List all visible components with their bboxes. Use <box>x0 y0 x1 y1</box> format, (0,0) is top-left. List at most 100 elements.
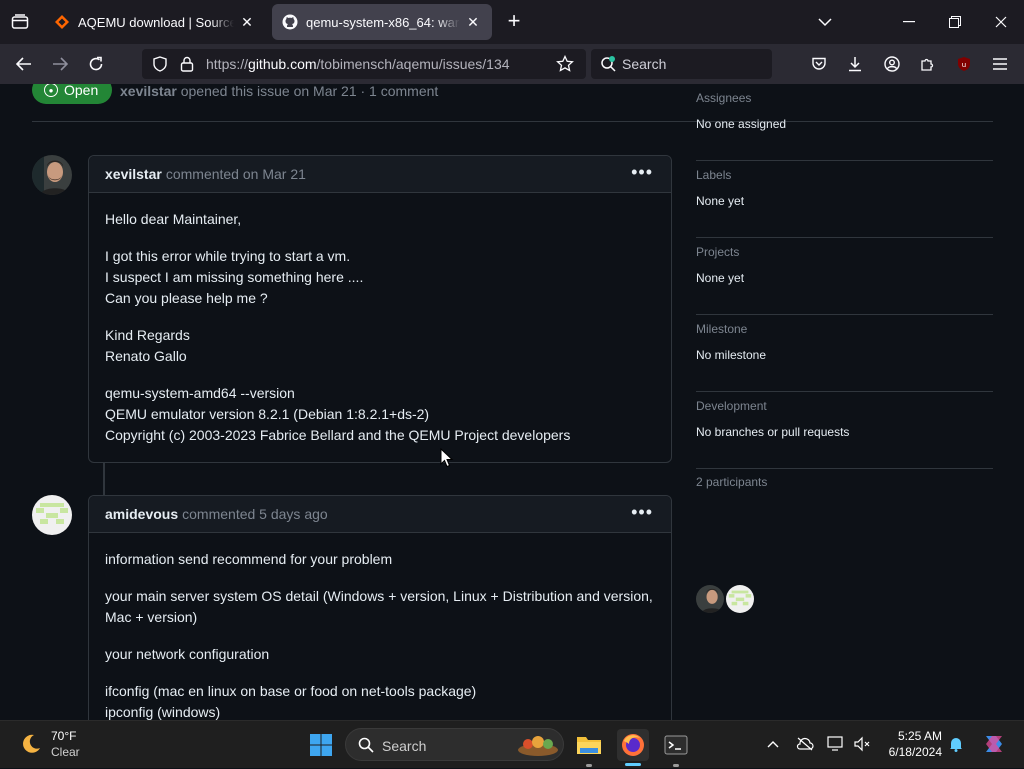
timeline-connector <box>103 463 105 495</box>
clock-date[interactable]: 6/18/2024 <box>880 745 942 759</box>
issue-sidebar: Assignees No one assigned Labels None ye… <box>696 84 993 469</box>
participant-avatar[interactable] <box>726 585 754 613</box>
tab-list-button[interactable] <box>6 9 34 35</box>
clock-time[interactable]: 5:25 AM <box>880 729 942 743</box>
tab-github-issue[interactable]: qemu-system-x86_64: warning: host doesn'… <box>272 4 492 40</box>
address-bar[interactable]: https://github.com/tobimensch/aqemu/issu… <box>142 49 586 79</box>
download-icon <box>849 57 861 72</box>
network-tray-button[interactable] <box>827 735 845 753</box>
forward-button[interactable] <box>46 50 74 78</box>
sidebar-development: Development No branches or pull requests <box>696 392 993 469</box>
new-tab-button[interactable]: + <box>502 10 526 34</box>
url-path: /tobimensch/aqemu/issues/134 <box>316 56 510 72</box>
account-icon <box>884 56 900 72</box>
comment-timestamp[interactable]: commented on Mar 21 <box>166 166 306 182</box>
sidebar-heading[interactable]: Projects <box>696 245 739 259</box>
weather-temperature: 70°F <box>51 729 77 743</box>
forward-arrow-icon <box>53 57 68 71</box>
file-explorer-button[interactable] <box>573 729 605 761</box>
weather-condition: Clear <box>51 745 80 759</box>
sidebar-value: No branches or pull requests <box>696 425 850 439</box>
running-indicator <box>673 764 679 767</box>
comment-paragraph: Kind Regards Renato Gallo <box>105 327 190 364</box>
navigation-toolbar: https://github.com/tobimensch/aqemu/issu… <box>0 44 1024 106</box>
participant-avatar[interactable] <box>696 585 724 613</box>
taskbar-search[interactable]: Search <box>345 728 564 761</box>
svg-text:u: u <box>962 61 966 69</box>
chevron-up-icon <box>767 741 779 748</box>
search-bar[interactable]: Search <box>591 49 772 79</box>
close-window-button[interactable] <box>978 0 1024 44</box>
app-menu-button[interactable] <box>986 50 1014 78</box>
bookmark-star-icon[interactable] <box>556 55 574 73</box>
url-scheme: https:// <box>206 56 249 72</box>
comment-author-link[interactable]: xevilstar <box>105 166 162 182</box>
reload-icon <box>89 56 103 71</box>
comment-options-button[interactable]: ••• <box>631 502 653 523</box>
comment-options-button[interactable]: ••• <box>631 162 653 183</box>
tab-list-icon <box>11 14 29 29</box>
firefox-icon <box>622 734 644 756</box>
terminal-icon <box>664 735 688 755</box>
pocket-icon <box>812 57 826 70</box>
sidebar-heading[interactable]: Assignees <box>696 91 751 105</box>
network-icon <box>827 736 843 751</box>
comment-paragraph: I got this error while trying to start a… <box>105 248 364 306</box>
search-highlight-food-icon <box>518 736 558 756</box>
comment-timestamp[interactable]: commented 5 days ago <box>182 506 328 522</box>
terminal-taskbar-button[interactable] <box>660 729 692 761</box>
list-all-tabs-button[interactable] <box>802 0 848 44</box>
tab-title: qemu-system-x86_64: warning: host doesn'… <box>306 14 460 30</box>
sidebar-heading[interactable]: Development <box>696 399 767 413</box>
comment-paragraph: information send recommend for your prob… <box>105 551 393 567</box>
shield-icon[interactable] <box>152 56 168 72</box>
sourceforge-favicon-icon <box>54 14 70 30</box>
tab-title: AQEMU download | SourceForge.net <box>78 14 234 30</box>
volume-tray-button[interactable] <box>853 735 871 753</box>
avatar[interactable] <box>32 155 72 195</box>
minimize-icon <box>903 21 915 23</box>
issue-meta: xevilstar opened this issue on Mar 21 · … <box>120 84 438 99</box>
extensions-button[interactable] <box>914 50 942 78</box>
copilot-button[interactable] <box>982 732 1006 756</box>
sidebar-value: None yet <box>696 194 745 208</box>
tab-close-icon[interactable]: ✕ <box>464 13 482 31</box>
lock-icon[interactable] <box>180 56 194 72</box>
copilot-icon <box>986 736 1002 752</box>
show-hidden-icons-button[interactable] <box>764 735 782 753</box>
start-button[interactable] <box>305 729 337 761</box>
sidebar-value: No milestone <box>696 348 767 362</box>
issue-state-badge: ● Open <box>32 84 112 104</box>
avatar[interactable] <box>32 495 72 535</box>
sidebar-value: No one assigned <box>696 117 787 131</box>
participants-heading: 2 participants <box>696 475 768 489</box>
tab-aqemu-sourceforge[interactable]: AQEMU download | SourceForge.net ✕ <box>44 4 266 40</box>
taskbar-search-label: Search <box>382 738 427 754</box>
comment-header: xevilstar commented on Mar 21 <box>89 156 671 193</box>
onedrive-tray-button[interactable] <box>796 735 814 753</box>
firefox-taskbar-button[interactable] <box>617 729 649 761</box>
url-text[interactable]: https://github.com/tobimensch/aqemu/issu… <box>206 56 510 72</box>
sidebar-milestone: Milestone No milestone <box>696 315 993 392</box>
ublock-extension-button[interactable]: u <box>950 50 978 78</box>
url-host: github.com <box>248 56 317 72</box>
account-button[interactable] <box>878 50 906 78</box>
tab-close-icon[interactable]: ✕ <box>238 13 256 31</box>
comment-paragraph: Hello dear Maintainer, <box>105 211 242 227</box>
restore-button[interactable] <box>932 0 978 44</box>
pocket-button[interactable] <box>805 50 833 78</box>
user-avatar-photo-icon <box>696 585 724 613</box>
sidebar-heading[interactable]: Milestone <box>696 322 747 336</box>
hamburger-menu-icon <box>993 58 1007 70</box>
back-button[interactable] <box>10 50 38 78</box>
minimize-button[interactable] <box>886 0 932 44</box>
comment-paragraph: your network configuration <box>105 646 270 662</box>
notifications-button[interactable] <box>947 735 965 753</box>
comment-author-link[interactable]: amidevous <box>105 506 178 522</box>
issue-author-link[interactable]: xevilstar <box>120 84 177 99</box>
comment-paragraph: ifconfig (mac en linux on base or food o… <box>105 683 477 720</box>
downloads-button[interactable] <box>841 50 869 78</box>
sidebar-heading[interactable]: Labels <box>696 168 731 182</box>
bell-icon <box>950 738 962 752</box>
reload-button[interactable] <box>82 50 110 78</box>
